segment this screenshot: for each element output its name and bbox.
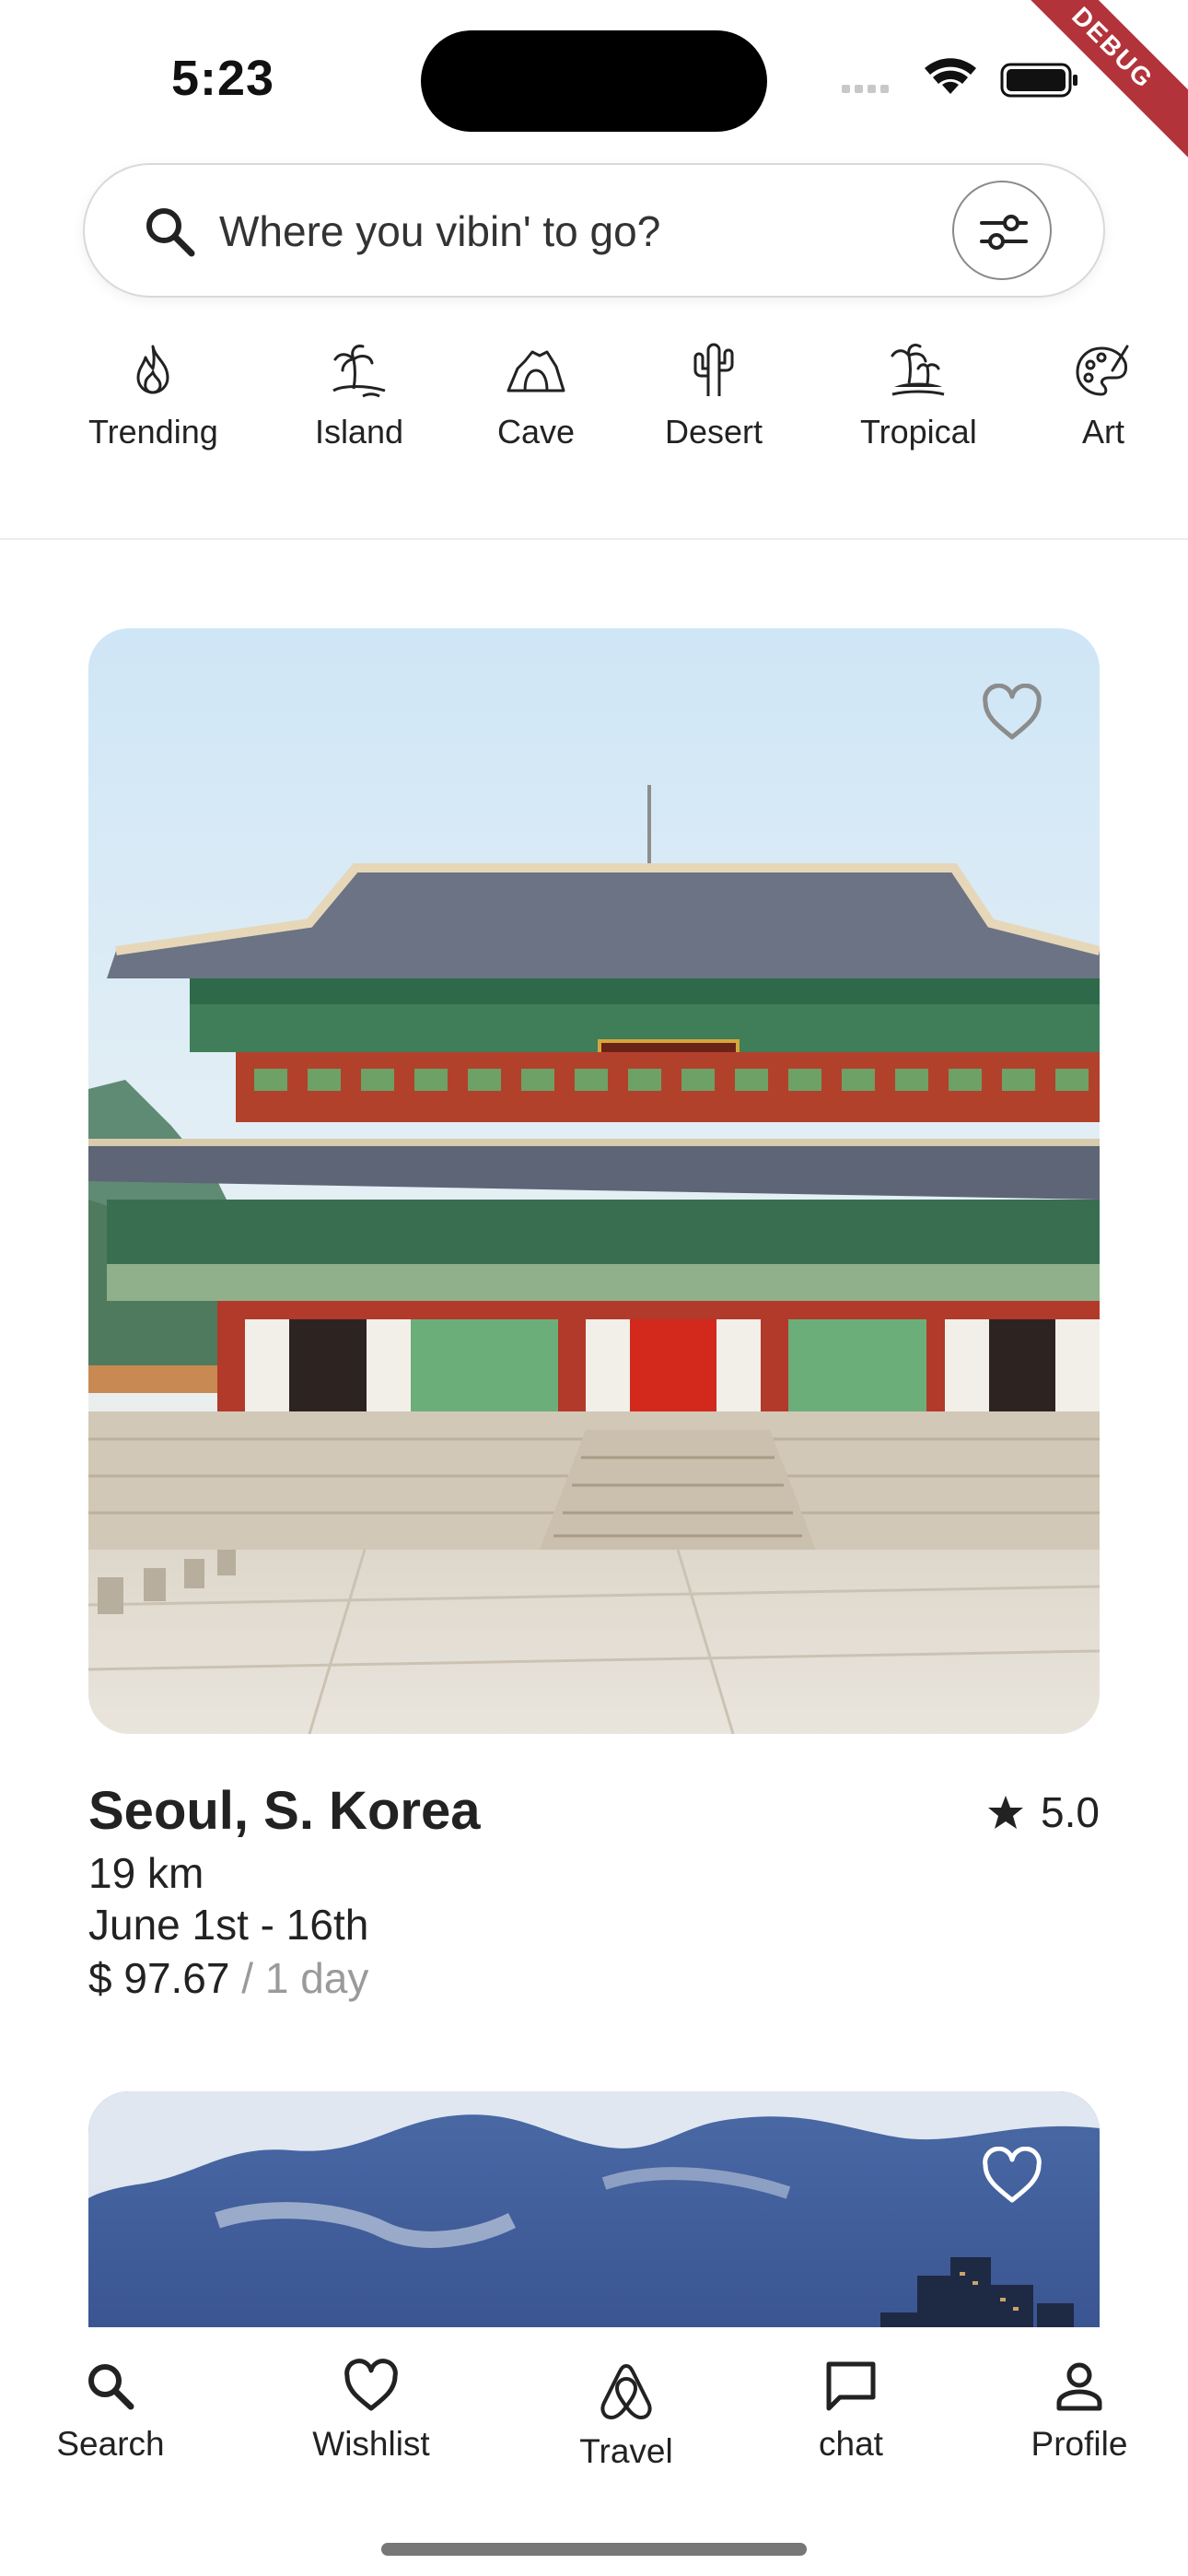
palace-photo bbox=[88, 628, 1100, 1734]
nav-travel[interactable]: Travel bbox=[571, 2359, 681, 2471]
category-label: Desert bbox=[665, 413, 763, 451]
wifi-icon bbox=[925, 58, 976, 94]
chat-bubble-icon bbox=[826, 2361, 876, 2411]
sliders-icon bbox=[980, 215, 1028, 250]
home-indicator bbox=[381, 2543, 807, 2556]
nav-search[interactable]: Search bbox=[55, 2359, 166, 2464]
listing-card[interactable]: Seoul, S. Korea 5.0 19 km June 1st - 16t… bbox=[88, 628, 1100, 2029]
nav-label: Profile bbox=[1031, 2425, 1128, 2463]
status-icons bbox=[842, 58, 1077, 98]
cave-icon bbox=[507, 350, 565, 392]
search-input[interactable] bbox=[219, 198, 1011, 264]
category-label: Island bbox=[315, 413, 404, 451]
heart-icon bbox=[344, 2359, 398, 2411]
listing-photo[interactable] bbox=[88, 628, 1100, 1734]
bottom-nav: Search Wishlist Travel chat Profile bbox=[0, 2327, 1188, 2576]
tropical-island-icon bbox=[891, 343, 945, 396]
category-cave[interactable]: Cave bbox=[497, 341, 575, 451]
nav-label: Travel bbox=[579, 2432, 673, 2470]
status-time: 5:23 bbox=[171, 51, 275, 106]
dynamic-island bbox=[421, 30, 767, 132]
listing-distance: 19 km bbox=[88, 1849, 204, 1897]
person-icon bbox=[1056, 2362, 1102, 2411]
heart-icon[interactable] bbox=[980, 684, 1044, 743]
palette-icon bbox=[1076, 345, 1129, 396]
search-bar[interactable] bbox=[83, 163, 1105, 298]
listing-rating: 5.0 bbox=[987, 1787, 1100, 1837]
listing-title: Seoul, S. Korea bbox=[88, 1781, 481, 1841]
nav-chat[interactable]: chat bbox=[796, 2359, 906, 2464]
heart-icon[interactable] bbox=[980, 2147, 1044, 2206]
category-tropical[interactable]: Tropical bbox=[860, 341, 977, 451]
nav-label: Search bbox=[56, 2425, 165, 2463]
category-trending[interactable]: Trending bbox=[88, 341, 218, 451]
nav-wishlist[interactable]: Wishlist bbox=[311, 2359, 431, 2464]
status-bar: 5:23 DEBUG bbox=[0, 0, 1188, 176]
search-icon bbox=[146, 208, 195, 257]
listing-price: $ 97.67 / 1 day bbox=[88, 1953, 368, 2003]
cellular-signal-icon bbox=[842, 85, 889, 93]
palm-island-icon bbox=[332, 345, 386, 398]
category-label: Art bbox=[1081, 413, 1124, 451]
price-amount: $ 97.67 bbox=[88, 1954, 230, 2002]
price-unit: / 1 day bbox=[241, 1954, 369, 2002]
nav-label: Wishlist bbox=[312, 2425, 430, 2463]
category-label: Cave bbox=[497, 413, 576, 451]
category-label: Trending bbox=[88, 413, 218, 451]
city-skyline-photo bbox=[88, 2091, 1100, 2327]
listing-photo[interactable] bbox=[88, 2091, 1100, 2327]
filter-button[interactable] bbox=[952, 181, 1052, 280]
search-icon bbox=[88, 2364, 134, 2410]
category-label: Tropical bbox=[860, 413, 977, 451]
divider bbox=[0, 538, 1188, 540]
battery-icon bbox=[1000, 63, 1077, 98]
listing-dates: June 1st - 16th bbox=[88, 1901, 369, 1949]
category-island[interactable]: Island bbox=[315, 341, 403, 451]
airbnb-logo-icon bbox=[600, 2364, 652, 2419]
listing-card[interactable] bbox=[88, 2091, 1100, 2327]
category-desert[interactable]: Desert bbox=[665, 341, 763, 451]
category-art[interactable]: Art bbox=[1074, 341, 1133, 451]
nav-label: chat bbox=[819, 2425, 883, 2463]
nav-profile[interactable]: Profile bbox=[1024, 2359, 1135, 2464]
star-icon bbox=[988, 1796, 1024, 1829]
cactus-icon bbox=[693, 343, 734, 396]
category-bar: Trending Island Cave Desert Tropical Art bbox=[0, 341, 1188, 470]
listing-info: Seoul, S. Korea 5.0 19 km June 1st - 16t… bbox=[88, 1780, 1100, 2029]
flame-icon bbox=[136, 345, 169, 394]
rating-value: 5.0 bbox=[1041, 1788, 1100, 1836]
